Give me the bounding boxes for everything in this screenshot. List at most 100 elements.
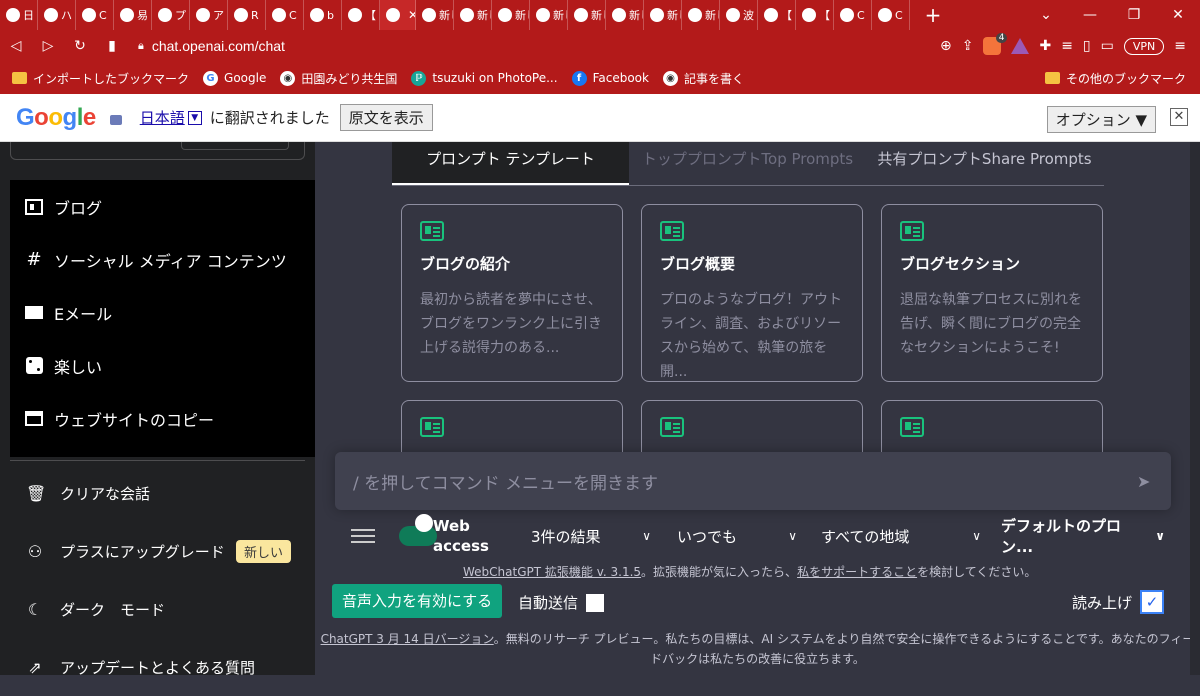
auto-send-checkbox[interactable] [586, 593, 605, 612]
scrollbar[interactable] [1190, 142, 1200, 675]
extensions-icon[interactable]: ✚ [1039, 38, 1051, 54]
menu-item-website-copy[interactable]: ウェブサイトのコピー [10, 392, 315, 445]
support-link[interactable]: 私をサポートすること [797, 565, 917, 579]
browser-tab[interactable]: b [304, 0, 342, 30]
dark-mode-button[interactable]: ☾ ダーク モード [0, 580, 315, 638]
tab-prompt-templates[interactable]: プロンプト テンプレート [392, 142, 629, 185]
menu-item-social[interactable]: # ソーシャル メディア コンテンツ [10, 233, 315, 286]
new-tab-button[interactable]: + [920, 3, 946, 27]
browser-tab[interactable]: C [834, 0, 872, 30]
browser-tab[interactable]: 新しい [568, 0, 606, 30]
browser-tab[interactable]: 【 [342, 0, 380, 30]
browser-tab[interactable]: 波 [720, 0, 758, 30]
reload-icon[interactable]: ↻ [64, 38, 96, 54]
read-aloud-checkbox[interactable]: ✓ [1140, 590, 1164, 614]
browser-tab[interactable]: ア [190, 0, 228, 30]
enable-voice-input-button[interactable]: 音声入力を有効にする [332, 584, 503, 618]
tab-search-button[interactable]: ⌄ [1024, 7, 1068, 23]
updates-faq-link[interactable]: ⇗ アップデートとよくある質問 [0, 638, 315, 696]
vpn-button[interactable]: VPN [1123, 37, 1165, 55]
clear-conversations-button[interactable]: 🗑︎ クリアな会話 [0, 464, 315, 522]
wallet-icon[interactable]: ▭ [1101, 38, 1114, 54]
tab-top-prompts[interactable]: トッププロンプトTop Prompts [629, 142, 866, 185]
prompt-input[interactable]: / を押してコマンド メニューを開きます ➤ [335, 452, 1171, 510]
menu-item-blog[interactable]: ブログ [10, 180, 315, 233]
prompt-tabs: プロンプト テンプレート トッププロンプトTop Prompts 共有プロンプト… [392, 142, 1104, 186]
browser-tab[interactable]: 日 [0, 0, 38, 30]
bookmark-google[interactable]: G Google [203, 70, 266, 86]
url-field[interactable]: 🔒︎ chat.openai.com/chat [138, 34, 858, 58]
webchatgpt-link[interactable]: WebChatGPT 拡張機能 v. 3.1.5 [463, 565, 641, 579]
browser-tab[interactable]: 新しい [492, 0, 530, 30]
bookmark-write-article[interactable]: ◉ 記事を書く [662, 70, 744, 87]
browser-tab[interactable]: C [872, 0, 910, 30]
browser-tab[interactable]: 新しい [682, 0, 720, 30]
sidebar-top-button[interactable] [181, 142, 289, 150]
chevron-down-icon: ∨ [642, 529, 651, 543]
back-icon[interactable]: ◁ [0, 38, 32, 54]
prompt-card-blog-section[interactable]: ブログセクション 退屈な執筆プロセスに別れを告げ、瞬く間にブログの完全なセクショ… [881, 204, 1103, 382]
browser-tab[interactable]: プ [152, 0, 190, 30]
bookmark-facebook[interactable]: f Facebook [571, 70, 649, 86]
browser-tab[interactable]: C [266, 0, 304, 30]
minimize-button[interactable]: — [1068, 7, 1112, 23]
browser-tab[interactable]: ✕ [380, 0, 416, 30]
prompt-card[interactable] [881, 400, 1103, 460]
sidebar-toggle-icon[interactable]: ▯ [1083, 38, 1091, 54]
newspaper-icon [420, 417, 444, 437]
language-link[interactable]: 日本語 [140, 107, 185, 128]
prompt-card[interactable] [401, 400, 623, 460]
browser-tab-label: 【 [781, 9, 792, 22]
prompt-card-blog-outline[interactable]: ブログ概要 プロのようなブログ！アウトライン、調査、およびリソースから始めて、執… [641, 204, 863, 382]
browser-tab[interactable]: 新しい [644, 0, 682, 30]
bookmark-icon[interactable]: ▮ [96, 38, 128, 54]
close-translate-icon[interactable]: ✕ [1170, 108, 1188, 126]
forward-icon[interactable]: ▷ [32, 38, 64, 54]
browser-tab[interactable]: 新しい [416, 0, 454, 30]
browser-tab[interactable]: R [228, 0, 266, 30]
action-label: アップデートとよくある質問 [60, 658, 256, 677]
time-range-select[interactable]: いつでも ∨ [667, 518, 807, 554]
browser-tab[interactable]: C [76, 0, 114, 30]
browser-tab[interactable]: 新しい [606, 0, 644, 30]
bookmark-other[interactable]: その他のブックマーク [1044, 62, 1186, 94]
language-dropdown-icon[interactable]: ▼ [187, 110, 202, 125]
share-icon[interactable]: ⇪ [962, 38, 974, 54]
browser-tab[interactable]: 新しい [530, 0, 568, 30]
upgrade-plus-button[interactable]: ⚇ プラスにアップグレード 新しい [0, 522, 315, 580]
browser-tab[interactable]: 易 [114, 0, 152, 30]
browser-tab[interactable]: ハ [38, 0, 76, 30]
prompt-card[interactable] [641, 400, 863, 460]
options-button[interactable]: オプション ▼ [1046, 106, 1156, 133]
favicon-icon [764, 8, 778, 22]
send-icon[interactable]: ➤ [1137, 472, 1155, 491]
browser-tab[interactable]: 【 [796, 0, 834, 30]
menu-item-email[interactable]: Eメール [10, 286, 315, 339]
bat-rewards-icon[interactable] [1011, 38, 1030, 54]
bookmark-denen[interactable]: ◉ 田園みどり共生国 [280, 70, 397, 87]
browser-tab[interactable]: 新しい [454, 0, 492, 30]
region-select[interactable]: すべての地域 ∨ [811, 518, 991, 554]
version-link[interactable]: ChatGPT 3 月 14 日バージョン [321, 632, 494, 646]
restore-button[interactable]: ❐ [1112, 7, 1156, 23]
external-link-icon: ⇗ [28, 657, 42, 677]
close-tab-icon[interactable]: ✕ [408, 8, 415, 22]
bookmark-photopea[interactable]: ℙtsuzuki on PhotoPe... [411, 70, 558, 86]
bookmark-imported[interactable]: インポートしたブックマーク [12, 70, 189, 87]
playlist-icon[interactable]: ≡ [1061, 38, 1073, 54]
web-access-toggle[interactable] [399, 514, 437, 546]
menu-item-fun[interactable]: 楽しい [10, 339, 315, 392]
tab-share-prompts[interactable]: 共有プロンプトShare Prompts [866, 142, 1103, 185]
prompt-select[interactable]: デフォルトのプロン... ∨ [991, 517, 1175, 556]
brave-shield-icon[interactable]: 4 [983, 33, 1008, 55]
menu-icon[interactable]: ≡ [1174, 38, 1186, 54]
browser-tab[interactable]: 【 [758, 0, 796, 30]
show-original-button[interactable]: 原文を表示 [339, 104, 433, 131]
prompt-card-blog-intro[interactable]: ブログの紹介 最初から読者を夢中にさせ、ブログをワンランク上に引き上げる説得力の… [401, 204, 623, 382]
bookmark-label: Facebook [592, 71, 649, 85]
results-count-select[interactable]: 3件の結果 ∨ [521, 518, 661, 554]
close-window-button[interactable]: ✕ [1156, 7, 1200, 23]
toggle-knob [415, 514, 433, 532]
settings-sliders-icon[interactable] [351, 526, 375, 546]
zoom-icon[interactable]: ⊕ [940, 38, 952, 54]
